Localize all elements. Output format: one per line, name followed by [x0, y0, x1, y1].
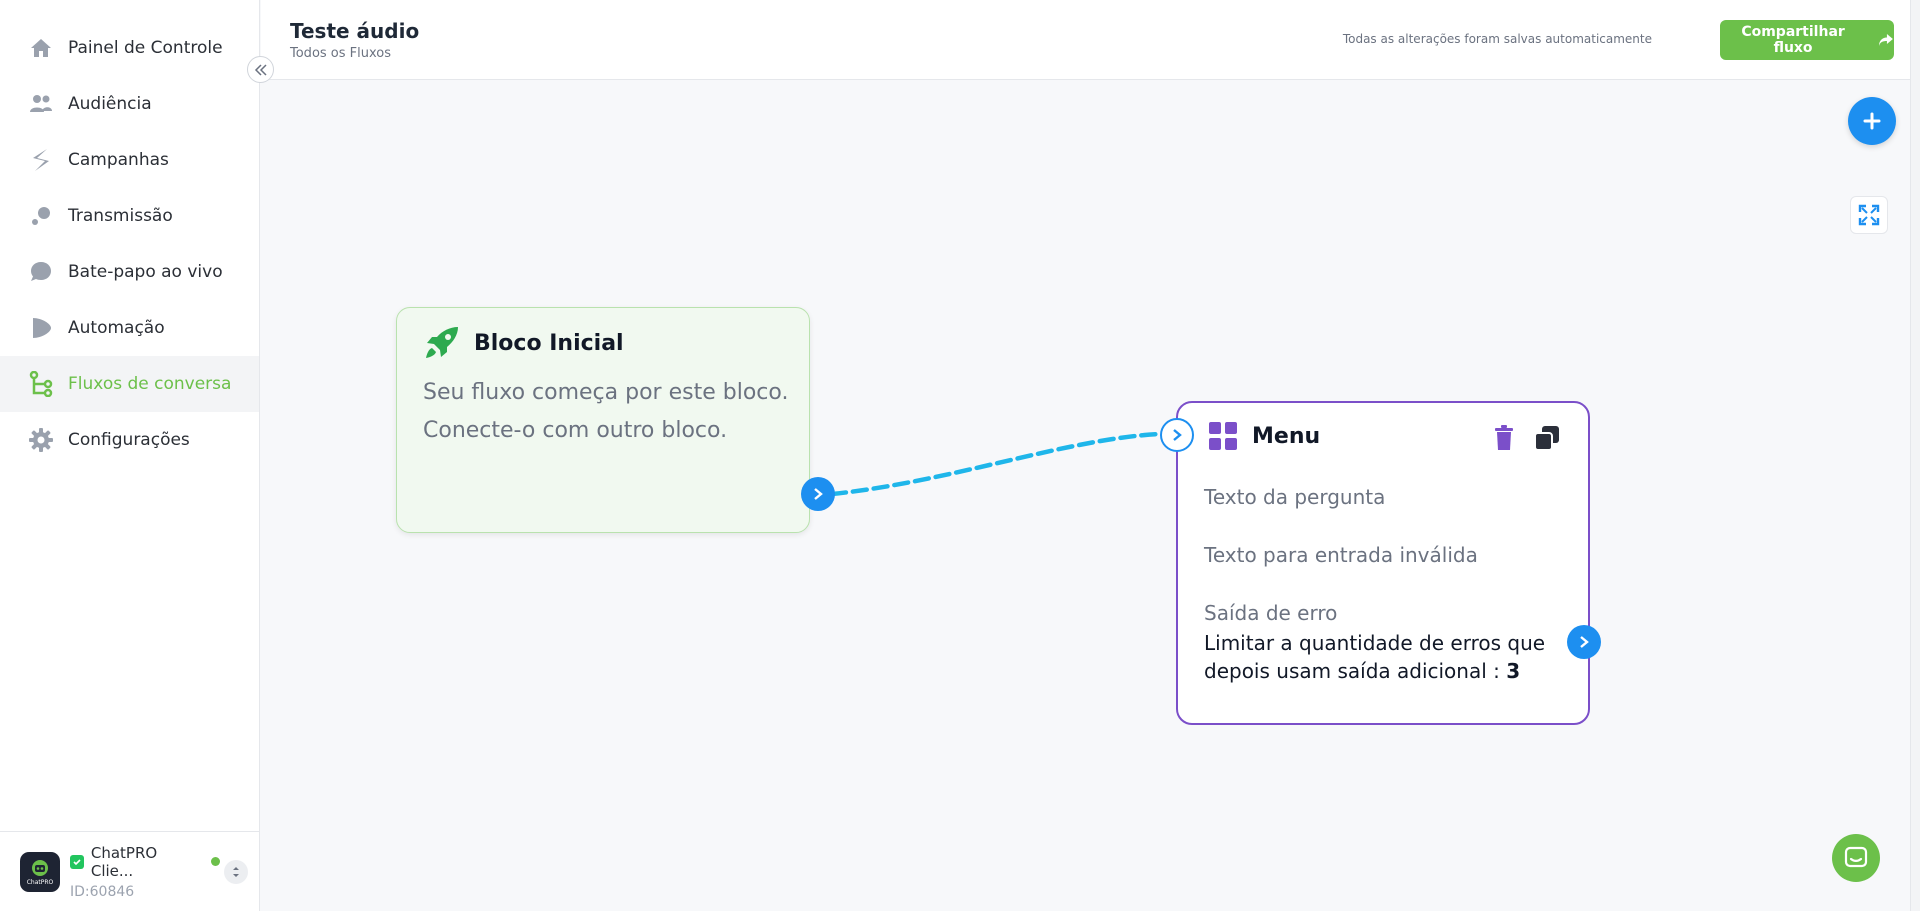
sidebar-nav: Painel de Controle Audiência Campanhas T…	[0, 0, 259, 468]
sidebar-item-painel[interactable]: Painel de Controle	[0, 20, 259, 76]
menu-block-error-output-handle[interactable]	[1567, 625, 1601, 659]
avatar: ChatPRO	[20, 851, 60, 892]
broadcast-icon	[28, 203, 54, 229]
account-switcher[interactable]: ChatPRO ChatPRO Clie... ID:60846	[0, 831, 260, 911]
delete-block-button[interactable]	[1494, 425, 1514, 456]
chat-bubble-icon	[28, 259, 54, 285]
trash-icon	[1495, 425, 1513, 450]
fit-view-button[interactable]	[1850, 196, 1888, 234]
start-block[interactable]: Bloco Inicial Seu fluxo começa por este …	[396, 307, 810, 533]
error-limit-value: 3	[1506, 659, 1521, 683]
sidebar-item-campanhas[interactable]: Campanhas	[0, 132, 259, 188]
question-text-field[interactable]: Texto da pergunta	[1204, 485, 1385, 509]
home-icon	[28, 35, 54, 61]
sidebar-item-label: Painel de Controle	[68, 38, 223, 58]
account-id: ID:60846	[70, 883, 135, 900]
account-switch-icon[interactable]	[224, 860, 248, 884]
account-name: ChatPRO Clie...	[90, 843, 158, 880]
chevron-right-icon	[814, 488, 823, 500]
sidebar-item-automacao[interactable]: Automação	[0, 300, 259, 356]
start-block-title: Bloco Inicial	[474, 330, 624, 356]
duplicate-block-button[interactable]	[1534, 425, 1560, 456]
start-block-output-handle[interactable]	[801, 477, 835, 511]
menu-block-input-handle[interactable]	[1160, 418, 1194, 452]
menu-block-title: Menu	[1252, 423, 1321, 449]
chevrons-left-icon	[254, 63, 267, 76]
whatsapp-check-icon	[70, 854, 84, 869]
sidebar-item-audiencia[interactable]: Audiência	[0, 76, 259, 132]
grid-icon	[1209, 422, 1237, 450]
sidebar-item-transmissao[interactable]: Transmissão	[0, 188, 259, 244]
support-chat-button[interactable]	[1832, 834, 1880, 882]
gear-icon	[28, 427, 54, 453]
vertical-scrollbar[interactable]	[1910, 0, 1920, 911]
sidebar-item-label: Campanhas	[68, 150, 169, 170]
share-flow-button[interactable]: Compartilhar fluxo	[1720, 20, 1894, 60]
sidebar-item-label: Fluxos de conversa	[68, 374, 232, 394]
chatpro-logo-icon	[32, 859, 48, 876]
fullscreen-icon	[1858, 204, 1880, 226]
online-status-dot	[211, 857, 221, 866]
sidebar-item-fluxos[interactable]: Fluxos de conversa	[0, 356, 259, 412]
sidebar-item-label: Transmissão	[68, 206, 173, 226]
flow-icon	[28, 371, 54, 397]
invalid-input-text-field[interactable]: Texto para entrada inválida	[1204, 543, 1478, 567]
users-icon	[28, 91, 54, 117]
share-flow-label: Compartilhar fluxo	[1741, 24, 1845, 56]
menu-block[interactable]: Menu Texto da pergunta Texto para entrad…	[1176, 401, 1590, 725]
rocket-icon	[426, 327, 458, 358]
play-icon	[28, 315, 54, 341]
error-limit-label: Limitar a quantidade de erros que depois…	[1204, 631, 1546, 683]
sidebar-item-label: Configurações	[68, 430, 190, 450]
autosave-status: Todas as alterações foram salvas automat…	[1342, 32, 1652, 46]
account-info: ChatPRO Clie... ID:60846	[70, 843, 221, 900]
sidebar-item-configuracoes[interactable]: Configurações	[0, 412, 259, 468]
chevron-right-icon	[1580, 636, 1589, 648]
sidebar-item-label: Audiência	[68, 94, 152, 114]
sidebar: Painel de Controle Audiência Campanhas T…	[0, 0, 260, 911]
page-title: Teste áudio	[290, 19, 420, 43]
campaign-icon	[28, 147, 54, 173]
sidebar-item-label: Automação	[68, 318, 165, 338]
avatar-text: ChatPRO	[26, 878, 54, 886]
copy-icon	[1534, 426, 1559, 451]
add-block-button[interactable]	[1848, 97, 1896, 145]
error-exit-label: Saída de erro	[1204, 601, 1338, 625]
start-block-description: Seu fluxo começa por este bloco. Conecte…	[423, 380, 789, 443]
breadcrumb-all-flows[interactable]: Todos os Fluxos	[290, 46, 391, 61]
sidebar-item-bate-papo[interactable]: Bate-papo ao vivo	[0, 244, 259, 300]
error-limit-text: Limitar a quantidade de erros que depois…	[1204, 629, 1564, 685]
chat-icon	[1844, 846, 1868, 868]
sidebar-collapse-button[interactable]	[247, 56, 274, 83]
flow-header: Teste áudio Todos os Fluxos Todas as alt…	[261, 0, 1912, 80]
share-arrow-icon	[1879, 34, 1894, 46]
sidebar-item-label: Bate-papo ao vivo	[68, 262, 223, 282]
chevron-right-icon	[1173, 429, 1182, 441]
plus-icon	[1863, 112, 1881, 130]
